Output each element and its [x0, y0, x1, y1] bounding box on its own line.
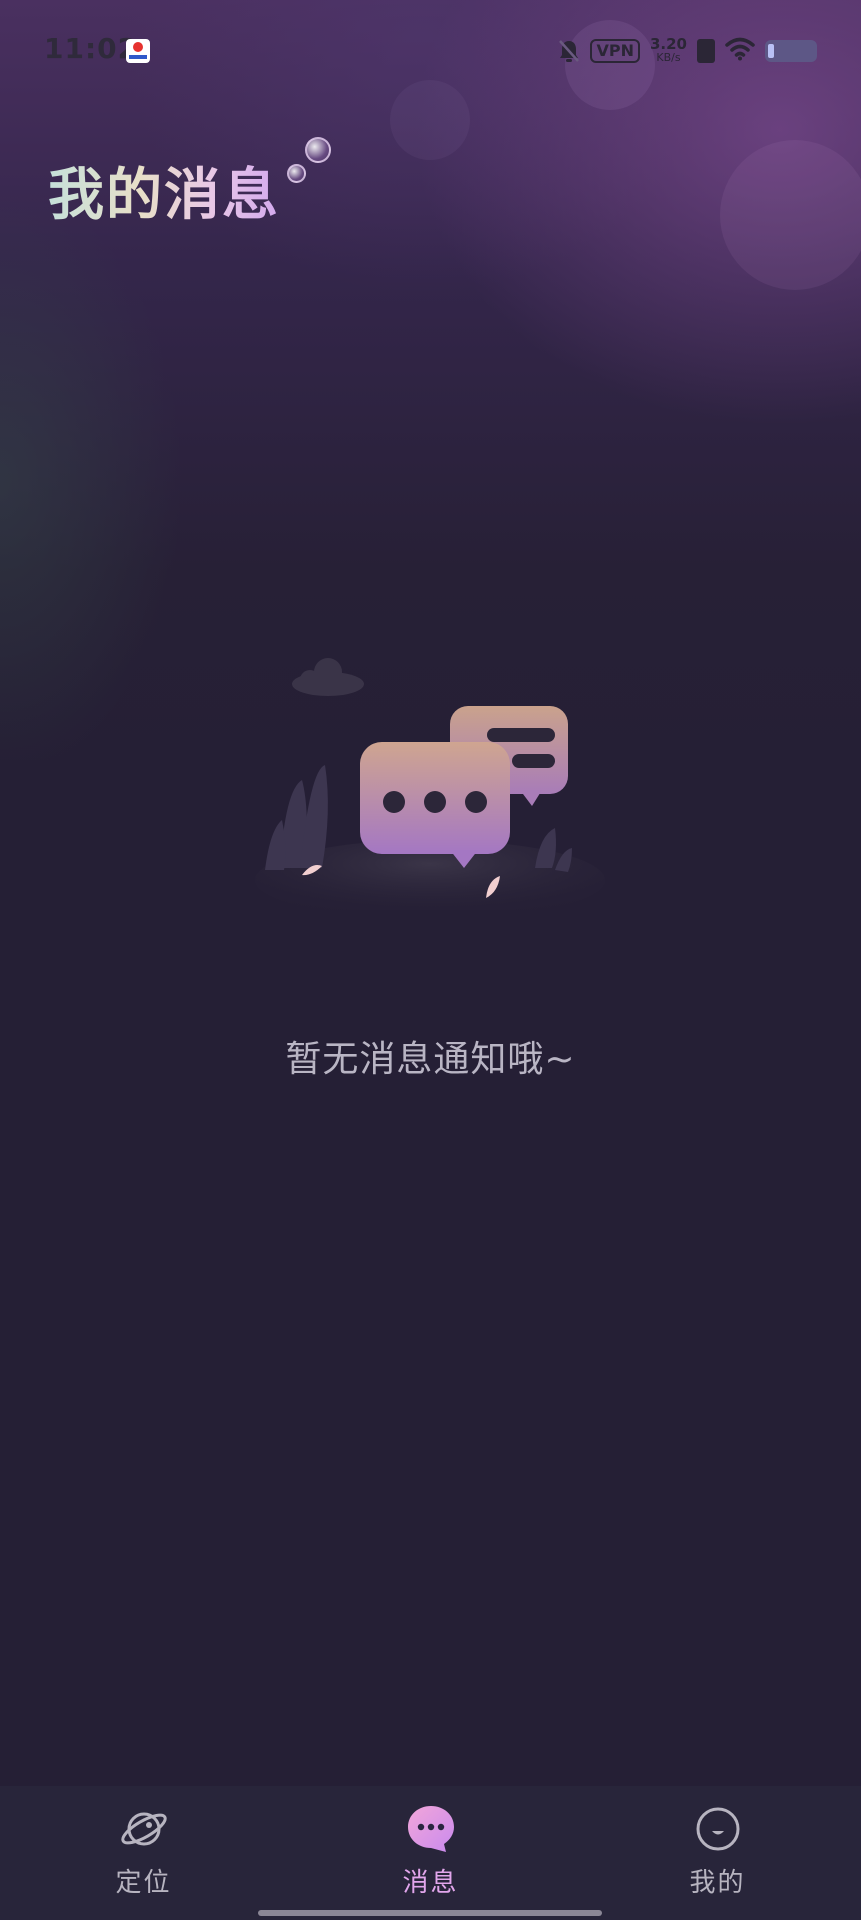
tab-location-label: 定位	[115, 1868, 172, 1898]
app-notification-icon	[126, 39, 150, 63]
network-speed: 3.20 KB/s	[649, 35, 687, 65]
decorative-bubble	[287, 164, 306, 183]
smile-face-icon	[696, 1807, 739, 1851]
tab-profile[interactable]: 我的	[574, 1786, 861, 1920]
page-title: 我的消息	[48, 150, 280, 231]
vpn-badge: VPN	[590, 39, 640, 63]
bottom-navigation: 定位 消息 我的	[0, 1786, 861, 1920]
sim-card-icon	[697, 39, 715, 63]
messages-screen: 11:02 VPN 3.20 KB/s 我的消息 暂无消息通知哦~ 定位 消息 …	[0, 0, 861, 1920]
decorative-bubble	[305, 137, 331, 163]
planet-icon	[120, 1812, 167, 1846]
tab-messages-label: 消息	[402, 1868, 459, 1898]
status-bar: 11:02 VPN 3.20 KB/s	[0, 0, 861, 100]
status-time: 11:02	[44, 32, 139, 65]
chat-bubble-icon	[407, 1806, 454, 1852]
status-indicators: VPN 3.20 KB/s	[558, 34, 817, 68]
network-speed-value: 3.20	[649, 35, 687, 53]
empty-state-message: 暂无消息通知哦~	[285, 1039, 576, 1080]
wifi-icon	[725, 37, 755, 65]
home-indicator[interactable]	[258, 1910, 602, 1916]
tab-profile-label: 我的	[689, 1868, 746, 1898]
empty-messages-illustration	[250, 640, 610, 920]
bokeh-light	[720, 140, 861, 290]
tab-location[interactable]: 定位	[0, 1786, 287, 1920]
bell-mute-icon	[558, 39, 580, 63]
battery-icon	[765, 40, 817, 62]
tab-messages[interactable]: 消息	[287, 1786, 574, 1920]
network-speed-unit: KB/s	[656, 51, 681, 64]
